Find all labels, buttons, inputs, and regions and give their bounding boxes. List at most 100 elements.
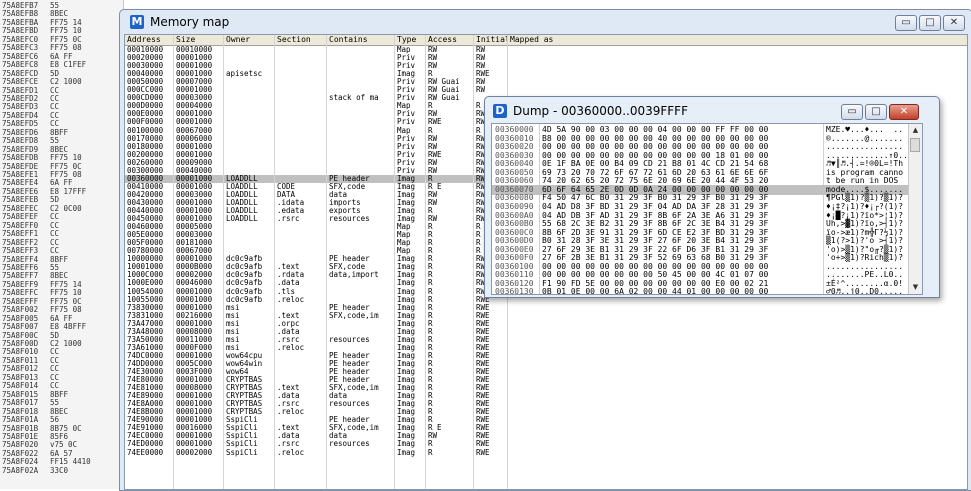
cell-address: 74E8A000 bbox=[127, 400, 164, 409]
cell-section: .rdata bbox=[277, 271, 305, 280]
cell-contains: data bbox=[329, 432, 348, 441]
cell-initial: RWE bbox=[476, 448, 490, 457]
cell-section: .data bbox=[277, 279, 300, 288]
dump-address: 00360130 bbox=[495, 287, 534, 295]
cell-address: 00360000 bbox=[127, 174, 164, 183]
column-header[interactable]: Access bbox=[426, 35, 474, 45]
cell-size: 00003000 bbox=[176, 231, 213, 240]
cell-owner: LOADDLL bbox=[226, 174, 258, 183]
cell-owner: LOADDLL bbox=[226, 190, 258, 199]
cell-type: Imag bbox=[397, 343, 416, 352]
cell-contains: SFX,code,im bbox=[329, 424, 379, 433]
instruction-bytes: CC bbox=[50, 229, 60, 239]
cell-owner: msi bbox=[226, 303, 240, 312]
minimize-button[interactable]: ▭ bbox=[895, 15, 917, 31]
instruction-address: 75A8EFD8 bbox=[2, 136, 39, 146]
cell-type: Map bbox=[397, 239, 411, 248]
cell-size: 00001000 bbox=[176, 255, 213, 264]
cell-owner: msi bbox=[226, 319, 240, 328]
instruction-address: 75A8F002 bbox=[2, 305, 39, 315]
column-header[interactable]: Address bbox=[125, 35, 174, 45]
cell-initial: RWE bbox=[476, 368, 490, 376]
cell-size: 00001000 bbox=[176, 319, 213, 328]
cell-type: Imag bbox=[397, 207, 416, 215]
cell-size: 00001000 bbox=[176, 351, 213, 360]
instruction-address: 75A8F007 bbox=[2, 322, 39, 332]
column-header[interactable]: Size bbox=[174, 35, 224, 45]
column-header[interactable]: Type bbox=[395, 35, 426, 45]
hex-dump-view[interactable]: 00360000 4D 5A 90 00 03 00 00 00 04 00 00… bbox=[491, 123, 923, 295]
vertical-scrollbar[interactable]: ▲ ▼ bbox=[908, 124, 922, 294]
cell-owner: CRYPTBAS bbox=[226, 384, 263, 393]
cell-contains: data bbox=[329, 190, 348, 199]
cell-section: CODE bbox=[277, 182, 296, 191]
instruction-bytes: E8 4BFFF bbox=[50, 322, 87, 332]
close-button[interactable]: ✕ bbox=[889, 104, 919, 120]
cell-owner: dc0c9afb bbox=[226, 271, 263, 280]
column-header[interactable]: Owner bbox=[224, 35, 275, 45]
cell-address: 74E30000 bbox=[127, 368, 164, 376]
scroll-up-icon[interactable]: ▲ bbox=[909, 124, 922, 137]
cell-size: 00001000 bbox=[176, 150, 213, 159]
cell-size: 00040000 bbox=[176, 166, 213, 175]
column-header[interactable]: Section bbox=[275, 35, 327, 45]
maximize-icon: □ bbox=[871, 106, 881, 117]
cell-access: R E bbox=[428, 182, 442, 191]
cell-owner: LOADDLL bbox=[226, 198, 258, 207]
cell-type: Imag bbox=[397, 327, 416, 336]
cell-address: 000CD000 bbox=[127, 94, 164, 103]
disassembly-row: 75A8EFD8 55 bbox=[0, 137, 123, 145]
instruction-bytes: 55 bbox=[50, 136, 60, 146]
cell-address: 00300000 bbox=[127, 166, 164, 175]
cell-initial: RWE bbox=[476, 303, 490, 312]
maximize-button[interactable]: □ bbox=[919, 15, 941, 31]
cell-size: 00007000 bbox=[176, 78, 213, 87]
cell-address: 73A47000 bbox=[127, 319, 164, 328]
instruction-address: 75A8EFDB bbox=[2, 153, 39, 163]
cell-access: R bbox=[428, 359, 433, 368]
cell-address: 00010000 bbox=[127, 46, 164, 54]
cell-size: 0003F000 bbox=[176, 368, 213, 376]
cell-address: 74E8B000 bbox=[127, 408, 164, 417]
disassembly-row: 75A8F007 E8 4BFFF bbox=[0, 323, 123, 331]
cell-access: RW bbox=[428, 110, 438, 119]
cell-type: Imag bbox=[397, 263, 416, 272]
instruction-address: 75A8F02A bbox=[2, 465, 39, 475]
cell-type: Imag bbox=[397, 351, 416, 360]
cell-section: .data bbox=[277, 392, 300, 401]
cell-access: R bbox=[428, 327, 433, 336]
cell-access: R E bbox=[428, 424, 442, 433]
cell-access: R bbox=[428, 392, 433, 401]
cell-access: R bbox=[428, 335, 433, 344]
dump-ascii: ♂0♬..j0..D0..... bbox=[826, 287, 904, 295]
cell-owner: dc0c9afb bbox=[226, 287, 263, 296]
close-button[interactable]: ✕ bbox=[943, 15, 965, 31]
cell-initial: RWE bbox=[476, 392, 490, 401]
column-divider bbox=[223, 35, 224, 489]
cell-access: RW bbox=[428, 134, 438, 143]
cell-owner: dc0c9afb bbox=[226, 255, 263, 264]
scrollbar-thumb[interactable] bbox=[910, 138, 920, 152]
cell-address: 00030000 bbox=[127, 62, 164, 71]
column-header[interactable]: Contains bbox=[327, 35, 395, 45]
dump-row[interactable]: 00360130 0B 01 0E 00 00 6A 02 00 00 44 01… bbox=[492, 287, 922, 295]
cell-type: Priv bbox=[397, 158, 416, 167]
cell-access: RW bbox=[428, 46, 438, 54]
memory-map-titlebar[interactable]: M Memory map ▭ □ ✕ bbox=[120, 10, 971, 34]
cell-section: .text bbox=[277, 384, 300, 393]
cell-address: 74EC0000 bbox=[127, 432, 164, 441]
cell-size: 00001000 bbox=[176, 86, 213, 95]
cell-initial: RWE bbox=[476, 359, 490, 368]
cell-owner: wow64cpu bbox=[226, 351, 263, 360]
maximize-button[interactable]: □ bbox=[865, 104, 887, 120]
cell-address: 00450000 bbox=[127, 215, 164, 224]
instruction-bytes: CC bbox=[50, 246, 60, 256]
column-header[interactable]: Initial bbox=[474, 35, 508, 45]
scroll-down-icon[interactable]: ▼ bbox=[909, 281, 922, 294]
column-header[interactable]: Mapped as bbox=[508, 35, 967, 45]
disassembly-row: 75A8F01A 56 bbox=[0, 416, 123, 424]
cell-size: 00003000 bbox=[176, 94, 213, 103]
cell-type: Priv bbox=[397, 54, 416, 63]
minimize-button[interactable]: ▭ bbox=[841, 104, 863, 120]
column-divider bbox=[173, 35, 174, 489]
